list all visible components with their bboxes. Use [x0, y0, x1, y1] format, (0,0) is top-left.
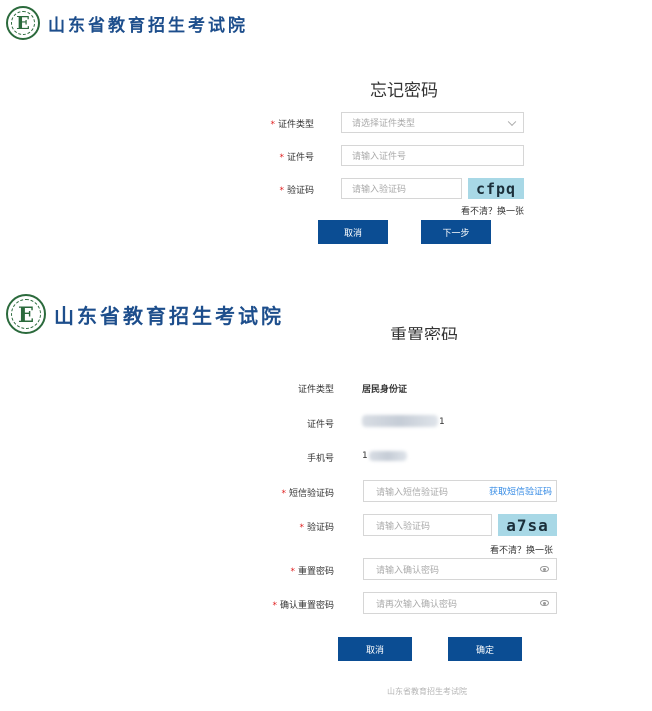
id-type-label: 证件类型 [297, 385, 334, 395]
emblem-icon: E [6, 294, 46, 334]
site-name: 山东省教育招生考试院 [48, 15, 248, 36]
forgot-password-panel: E 山东省教育招生考试院 忘记密码 * 证件类型 请选择证件类型 * 证件号 请输入… [0, 0, 652, 260]
required-mark: * [279, 186, 284, 196]
site-logo[interactable]: E 山东省教育招生考试院 [6, 294, 284, 334]
reset-password-panel: E 山东省教育招生考试院 重置密码 证件类型 居民身份证 证件号 1 手机号 1… [0, 288, 652, 711]
new-password-input[interactable]: 请输入确认密码 [363, 558, 557, 580]
chevron-down-icon [507, 117, 517, 126]
required-mark: * [270, 120, 275, 130]
eye-icon[interactable] [540, 600, 549, 606]
captcha-image[interactable]: a7sa [498, 514, 557, 536]
id-type-select[interactable]: 请选择证件类型 [341, 112, 524, 133]
cancel-button[interactable]: 取消 [338, 637, 412, 661]
refresh-captcha-link[interactable]: 看不清？换一张 [490, 543, 553, 556]
id-number-tail: 1 [439, 417, 445, 427]
page-title: 忘记密码 [370, 81, 438, 101]
captcha-label: * 验证码 [299, 523, 334, 533]
required-mark: * [299, 523, 304, 533]
captcha-label: * 验证码 [279, 186, 314, 196]
confirm-button[interactable]: 确定 [448, 637, 522, 661]
id-number-label: 证件号 [306, 420, 334, 430]
confirm-password-label: * 确认重置密码 [272, 601, 334, 611]
emblem-icon: E [6, 6, 40, 40]
captcha-image[interactable]: cfpq [468, 178, 524, 199]
required-mark: * [281, 489, 286, 499]
captcha-input[interactable]: 请输入验证码 [341, 178, 462, 199]
required-mark: * [279, 153, 284, 163]
footer-text: 山东省教育招生考试院 [387, 687, 467, 696]
captcha-input[interactable]: 请输入验证码 [363, 514, 492, 536]
refresh-captcha-link[interactable]: 看不清？换一张 [461, 204, 524, 217]
confirm-password-input[interactable]: 请再次输入确认密码 [363, 592, 557, 614]
id-type-label: * 证件类型 [270, 120, 314, 130]
id-number-input[interactable]: 请输入证件号 [341, 145, 524, 166]
page-title: 重置密码 [390, 326, 458, 340]
new-password-label: * 重置密码 [290, 567, 334, 577]
required-mark: * [272, 601, 277, 611]
id-number-label: * 证件号 [279, 153, 314, 163]
id-type-value: 居民身份证 [362, 385, 408, 395]
site-name: 山东省教育招生考试院 [54, 303, 284, 328]
masked-id-number [362, 415, 438, 427]
get-sms-code-link[interactable]: 获取短信验证码 [489, 485, 552, 498]
eye-icon[interactable] [540, 566, 549, 572]
site-logo[interactable]: E 山东省教育招生考试院 [6, 6, 248, 40]
masked-phone-number [369, 451, 407, 461]
phone-label: 手机号 [306, 454, 334, 464]
sms-code-label: * 短信验证码 [281, 489, 334, 499]
required-mark: * [290, 567, 295, 577]
sms-code-input[interactable]: 请输入短信验证码 获取短信验证码 [363, 480, 557, 502]
phone-head: 1 [362, 451, 368, 461]
next-step-button[interactable]: 下一步 [421, 220, 491, 244]
cancel-button[interactable]: 取消 [318, 220, 388, 244]
